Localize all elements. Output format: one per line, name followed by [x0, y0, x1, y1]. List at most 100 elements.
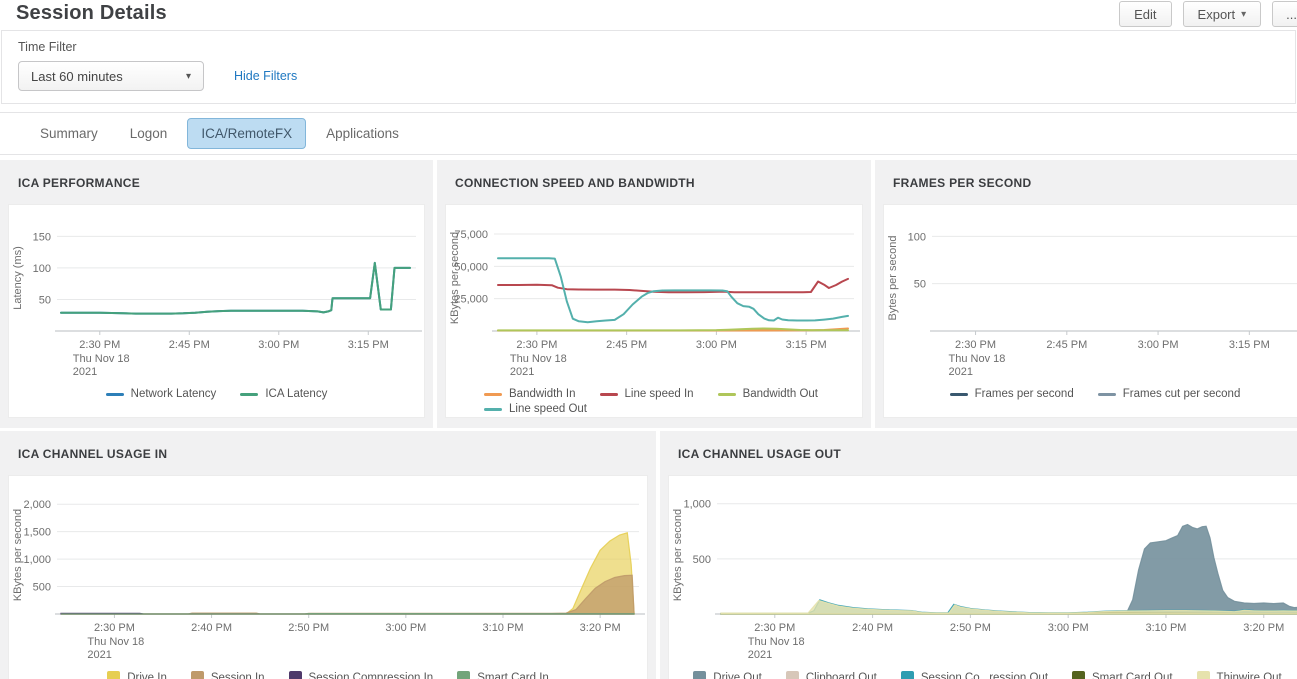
caret-down-icon: ▾: [186, 71, 191, 82]
svg-text:2:30 PM: 2:30 PM: [955, 339, 996, 351]
chart-title: ICA PERFORMANCE: [0, 160, 433, 190]
svg-text:Latency (ms): Latency (ms): [12, 246, 24, 310]
legend-label: Network Latency: [131, 388, 217, 400]
svg-text:KBytes per second: KBytes per second: [12, 509, 24, 601]
legend-swatch-icon: [600, 393, 618, 396]
chart-plot[interactable]: 25,00050,00075,0002:30 PMThu Nov 1820212…: [446, 211, 862, 381]
legend-swatch-icon: [289, 671, 302, 679]
legend-swatch-icon: [457, 671, 470, 679]
chart-plot[interactable]: 501002:30 PMThu Nov 1820212:45 PM3:00 PM…: [884, 211, 1297, 381]
legend-item[interactable]: Frames cut per second: [1098, 388, 1241, 400]
legend-swatch-icon: [484, 408, 502, 411]
frames-per-second-chart[interactable]: 501002:30 PMThu Nov 1820212:45 PM3:00 PM…: [884, 211, 1297, 400]
svg-text:3:00 PM: 3:00 PM: [258, 339, 299, 351]
tab-summary[interactable]: Summary: [40, 126, 98, 141]
legend-label: Bandwidth In: [509, 388, 576, 400]
svg-text:2021: 2021: [73, 366, 97, 378]
legend-item[interactable]: Clipboard Out: [786, 671, 877, 679]
svg-text:3:00 PM: 3:00 PM: [1138, 339, 1179, 351]
legend-item[interactable]: ICA Latency: [240, 388, 327, 400]
tab-logon[interactable]: Logon: [130, 126, 168, 141]
chart-plot[interactable]: 5001,0001,5002,0002:30 PMThu Nov 1820212…: [9, 482, 647, 664]
hide-filters-link[interactable]: Hide Filters: [234, 69, 297, 83]
header-actions: Edit Export ▾ ...: [1119, 1, 1297, 27]
chart-title: ICA CHANNEL USAGE IN: [0, 431, 656, 461]
svg-text:2021: 2021: [748, 649, 772, 661]
connection-speed-chart[interactable]: 25,00050,00075,0002:30 PMThu Nov 1820212…: [446, 211, 862, 415]
svg-text:500: 500: [693, 554, 711, 566]
svg-text:1,500: 1,500: [23, 527, 51, 539]
chart-legend: Drive Out Clipboard Out Session Co...ressi…: [669, 671, 1297, 679]
svg-text:KBytes per second: KBytes per second: [672, 509, 684, 601]
svg-text:2021: 2021: [949, 366, 973, 378]
legend-label: Frames per second: [975, 388, 1074, 400]
svg-text:2:30 PM: 2:30 PM: [79, 339, 120, 351]
svg-text:2:30 PM: 2:30 PM: [754, 622, 795, 634]
legend-label: Thinwire Out: [1217, 672, 1282, 679]
legend-item[interactable]: Line speed Out: [484, 403, 587, 415]
time-filter-panel: Time Filter Last 60 minutes ▾ Hide Filte…: [1, 30, 1296, 104]
svg-text:3:10 PM: 3:10 PM: [483, 622, 524, 634]
time-filter-label: Time Filter: [18, 40, 1279, 54]
legend-label: Session Compression In: [309, 672, 434, 679]
legend-swatch-icon: [191, 671, 204, 679]
svg-text:2:45 PM: 2:45 PM: [169, 339, 210, 351]
legend-item[interactable]: Frames per second: [950, 388, 1074, 400]
legend-item[interactable]: Smart Card Out: [1072, 671, 1173, 679]
legend-item[interactable]: Bandwidth Out: [718, 388, 818, 400]
svg-text:Thu Nov 18: Thu Nov 18: [73, 353, 130, 365]
svg-text:KBytes per second: KBytes per second: [449, 232, 461, 324]
tab-ica-remotefx[interactable]: ICA/RemoteFX: [187, 118, 306, 149]
legend-item[interactable]: Bandwidth In: [484, 388, 576, 400]
edit-button[interactable]: Edit: [1119, 1, 1171, 27]
chart-legend: Network Latency ICA Latency: [9, 388, 424, 400]
page-header: Session Details Edit Export ▾ ...: [0, 0, 1297, 30]
svg-text:3:15 PM: 3:15 PM: [1229, 339, 1270, 351]
svg-text:2:30 PM: 2:30 PM: [516, 339, 557, 351]
legend-item[interactable]: Network Latency: [106, 388, 217, 400]
ica-channel-usage-in-chart[interactable]: 5001,0001,5002,0002:30 PMThu Nov 1820212…: [9, 482, 647, 679]
legend-item[interactable]: Session Co...ression Out: [901, 671, 1048, 679]
chart-title: CONNECTION SPEED AND BANDWIDTH: [437, 160, 871, 190]
svg-text:2:40 PM: 2:40 PM: [852, 622, 893, 634]
legend-item[interactable]: Thinwire Out: [1197, 671, 1282, 679]
legend-item[interactable]: Session Compression In: [289, 671, 434, 679]
ica-channel-usage-out-chart[interactable]: 5001,0002:30 PMThu Nov 1820212:40 PM2:50…: [669, 482, 1297, 679]
legend-item[interactable]: Smart Card In: [457, 671, 549, 679]
legend-item[interactable]: Drive In: [107, 671, 167, 679]
svg-text:2021: 2021: [87, 649, 111, 661]
legend-item[interactable]: Session In: [191, 671, 265, 679]
svg-text:3:20 PM: 3:20 PM: [1243, 622, 1284, 634]
legend-item[interactable]: Drive Out: [693, 671, 762, 679]
chart-plot[interactable]: 501001502:30 PMThu Nov 1820212:45 PM3:00…: [9, 211, 424, 381]
svg-text:100: 100: [33, 263, 51, 275]
svg-text:500: 500: [33, 582, 51, 594]
time-filter-select[interactable]: Last 60 minutes ▾: [18, 61, 204, 91]
svg-text:3:00 PM: 3:00 PM: [696, 339, 737, 351]
legend-swatch-icon: [901, 671, 914, 679]
legend-swatch-icon: [240, 393, 258, 396]
tab-applications[interactable]: Applications: [326, 126, 399, 141]
legend-label: Session In: [211, 672, 265, 679]
legend-label: ICA Latency: [265, 388, 327, 400]
legend-label: Line speed In: [625, 388, 694, 400]
legend-swatch-icon: [1098, 393, 1116, 396]
chart-legend: Drive In Session In Session Compression In…: [9, 671, 647, 679]
legend-label: Drive In: [127, 672, 167, 679]
legend-swatch-icon: [693, 671, 706, 679]
page-title: Session Details: [16, 2, 1281, 25]
ica-performance-chart[interactable]: 501001502:30 PMThu Nov 1820212:45 PM3:00…: [9, 211, 424, 400]
svg-text:2:50 PM: 2:50 PM: [288, 622, 329, 634]
export-button[interactable]: Export ▾: [1183, 1, 1262, 27]
svg-text:3:15 PM: 3:15 PM: [348, 339, 389, 351]
legend-swatch-icon: [1197, 671, 1210, 679]
svg-text:2:30 PM: 2:30 PM: [94, 622, 135, 634]
legend-swatch-icon: [107, 671, 120, 679]
legend-item[interactable]: Line speed In: [600, 388, 694, 400]
chart-plot[interactable]: 5001,0002:30 PMThu Nov 1820212:40 PM2:50…: [669, 482, 1297, 664]
more-actions-button[interactable]: ...: [1272, 1, 1297, 27]
legend-swatch-icon: [718, 393, 736, 396]
svg-text:1,000: 1,000: [683, 499, 711, 511]
svg-text:50: 50: [914, 279, 926, 291]
svg-text:3:10 PM: 3:10 PM: [1145, 622, 1186, 634]
